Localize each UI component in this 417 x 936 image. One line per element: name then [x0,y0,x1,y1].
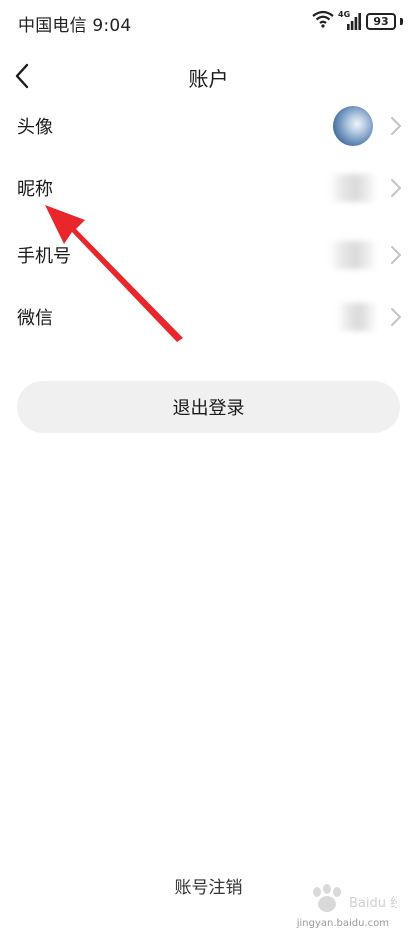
battery-indicator: 93 [366,12,396,30]
nav-bar: 账户 [0,52,417,100]
page-title: 账户 [188,67,229,91]
chevron-right-icon [391,246,401,264]
chevron-right-icon [391,117,401,135]
signal-icon: 4G [338,10,362,31]
row-avatar[interactable]: 头像 [0,95,417,157]
row-phone[interactable]: 手机号 [0,224,417,286]
logout-button[interactable]: 退出登录 [17,381,400,433]
avatar [333,106,373,146]
watermark-url: jingyan.baidu.com [296,918,389,929]
row-label-phone: 手机号 [17,246,71,267]
status-icons: 4G 93 [312,10,403,32]
paw-logo-icon: Baidu 经验 [313,884,416,912]
status-bar: 中国电信 9:04 4G 93 [0,0,417,44]
row-label-wechat: 微信 [17,308,53,329]
battery-tip [400,17,403,25]
chevron-right-icon [391,179,401,197]
chevron-right-icon [391,308,401,326]
row-nickname[interactable]: 昵称 [0,157,417,219]
wifi-icon [312,10,334,32]
row-label-nickname: 昵称 [17,179,53,200]
wechat-value-blurred [337,303,377,331]
phone-value-blurred [329,241,377,269]
row-label-avatar: 头像 [17,117,53,138]
nickname-value-blurred [329,174,377,202]
row-wechat[interactable]: 微信 [0,286,417,348]
carrier-time: 中国电信 9:04 [18,16,132,36]
watermark-logo-text: Baidu 经验 [349,895,397,911]
